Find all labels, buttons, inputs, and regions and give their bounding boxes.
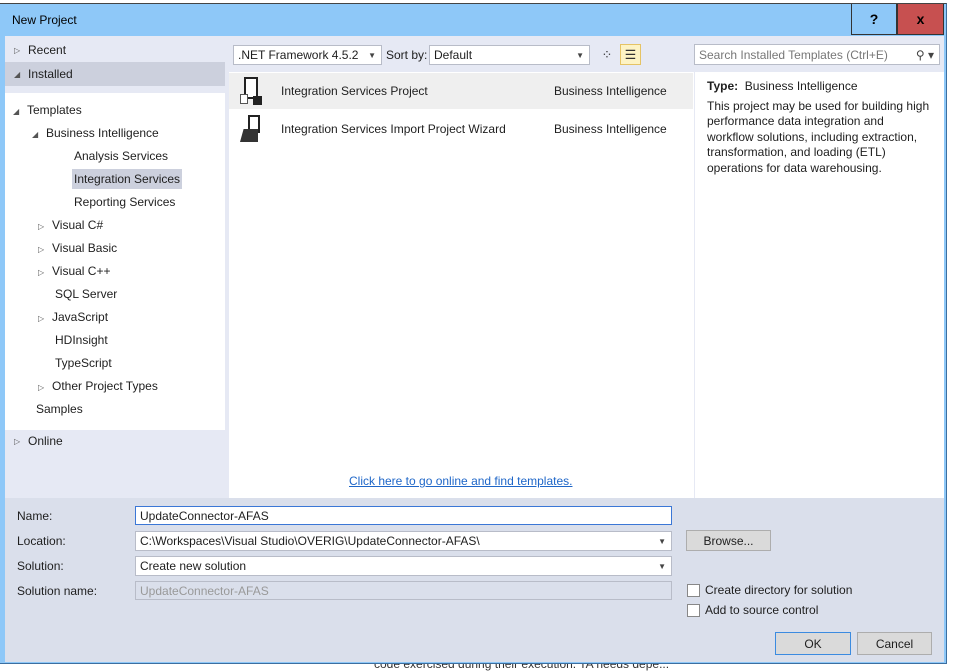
sort-dropdown[interactable]: Default ▼ bbox=[429, 45, 590, 65]
search-input[interactable]: Search Installed Templates (Ctrl+E) ⚲ ▾ bbox=[694, 44, 940, 65]
template-list: Integration Services Project Business In… bbox=[229, 72, 694, 498]
source-control-checkbox[interactable] bbox=[687, 604, 700, 617]
chevron-down-icon: ▼ bbox=[368, 50, 376, 60]
new-project-dialog: New Project ? x ▷ Recent ◢ Installed ◢ Temp… bbox=[0, 3, 947, 664]
tree-item-typescript[interactable]: TypeScript bbox=[55, 353, 112, 373]
tree-item-other-project-types[interactable]: ▷ Other Project Types bbox=[38, 376, 158, 396]
sort-label: Sort by: bbox=[386, 48, 428, 62]
template-tree: ◢ Templates ◢ Business Intelligence Analys… bbox=[5, 93, 225, 430]
dialog-title: New Project bbox=[12, 13, 77, 27]
tree-item-sql-server[interactable]: SQL Server bbox=[55, 284, 117, 304]
tree-item-visual-cpp[interactable]: ▷ Visual C++ bbox=[38, 261, 110, 281]
chevron-down-icon: ▼ bbox=[576, 50, 584, 60]
tree-item-integration-services[interactable]: Integration Services bbox=[72, 169, 183, 189]
ssis-project-icon bbox=[238, 77, 264, 105]
description-panel: Type: Business Intelligence This project… bbox=[695, 72, 944, 498]
online-templates-link[interactable]: Click here to go online and find templat… bbox=[349, 474, 572, 488]
location-dropdown[interactable]: C:\Workspaces\Visual Studio\OVERIG\Updat… bbox=[135, 531, 672, 551]
framework-dropdown[interactable]: .NET Framework 4.5.2 ▼ bbox=[233, 45, 382, 65]
nav-recent[interactable]: ▷ Recent bbox=[5, 38, 225, 62]
expand-icon: ▷ bbox=[14, 45, 21, 55]
tree-item-analysis-services[interactable]: Analysis Services bbox=[74, 146, 168, 166]
collapse-icon: ◢ bbox=[14, 69, 21, 79]
solution-label: Solution: bbox=[17, 559, 64, 573]
expand-icon: ▷ bbox=[14, 436, 21, 446]
source-control-label: Add to source control bbox=[705, 603, 819, 617]
template-item[interactable]: Integration Services Import Project Wiza… bbox=[229, 111, 693, 147]
browse-button[interactable]: Browse... bbox=[686, 530, 771, 551]
import-wizard-icon bbox=[238, 115, 264, 143]
template-name: Integration Services Project bbox=[281, 84, 428, 98]
type-value: Business Intelligence bbox=[744, 79, 858, 93]
template-item[interactable]: Integration Services Project Business In… bbox=[229, 73, 693, 109]
solution-dropdown[interactable]: Create new solution ▼ bbox=[135, 556, 672, 576]
dialog-body: ▷ Recent ◢ Installed ◢ Templates ◢ Business … bbox=[5, 36, 944, 662]
nav-label: Online bbox=[28, 434, 63, 448]
nav-label: Recent bbox=[28, 43, 67, 57]
solution-name-label: Solution name: bbox=[17, 584, 98, 598]
create-directory-checkbox[interactable] bbox=[687, 584, 700, 597]
nav-online[interactable]: ▷ Online bbox=[5, 429, 225, 453]
template-category: Business Intelligence bbox=[554, 122, 667, 136]
nav-label: Installed bbox=[28, 67, 73, 81]
close-button[interactable]: x bbox=[897, 4, 944, 35]
chevron-down-icon: ▼ bbox=[658, 536, 666, 546]
search-icon: ⚲ ▾ bbox=[915, 47, 934, 62]
tree-item-reporting-services[interactable]: Reporting Services bbox=[74, 192, 175, 212]
create-directory-label: Create directory for solution bbox=[705, 583, 853, 597]
tree-item-visual-basic[interactable]: ▷ Visual Basic bbox=[38, 238, 117, 258]
description-text: This project may be used for building hi… bbox=[707, 98, 930, 175]
template-name: Integration Services Import Project Wiza… bbox=[281, 122, 506, 136]
template-category: Business Intelligence bbox=[554, 84, 667, 98]
medium-icons-view-icon[interactable]: ⁘ bbox=[597, 45, 617, 65]
solution-name-input: UpdateConnector-AFAS bbox=[135, 581, 672, 600]
cancel-button[interactable]: Cancel bbox=[857, 632, 932, 655]
list-view-icon[interactable]: ☰ bbox=[620, 44, 641, 65]
tree-item-visual-csharp[interactable]: ▷ Visual C# bbox=[38, 215, 103, 235]
name-label: Name: bbox=[17, 509, 53, 523]
help-button[interactable]: ? bbox=[851, 4, 897, 35]
ok-button[interactable]: OK bbox=[775, 632, 851, 655]
chevron-down-icon: ▼ bbox=[658, 561, 666, 571]
tree-item-business-intelligence[interactable]: ◢ Business Intelligence bbox=[32, 123, 159, 143]
location-label: Location: bbox=[17, 534, 66, 548]
tree-item-hdinsight[interactable]: HDInsight bbox=[55, 330, 108, 350]
type-label: Type: bbox=[707, 79, 739, 93]
tree-item-javascript[interactable]: ▷ JavaScript bbox=[38, 307, 108, 327]
tree-item-templates[interactable]: ◢ Templates bbox=[13, 100, 82, 120]
project-form: Name: UpdateConnector-AFAS Location: C:\… bbox=[5, 498, 944, 662]
nav-installed[interactable]: ◢ Installed bbox=[5, 62, 225, 86]
tree-item-samples[interactable]: Samples bbox=[36, 399, 83, 419]
name-input[interactable]: UpdateConnector-AFAS bbox=[135, 506, 672, 525]
